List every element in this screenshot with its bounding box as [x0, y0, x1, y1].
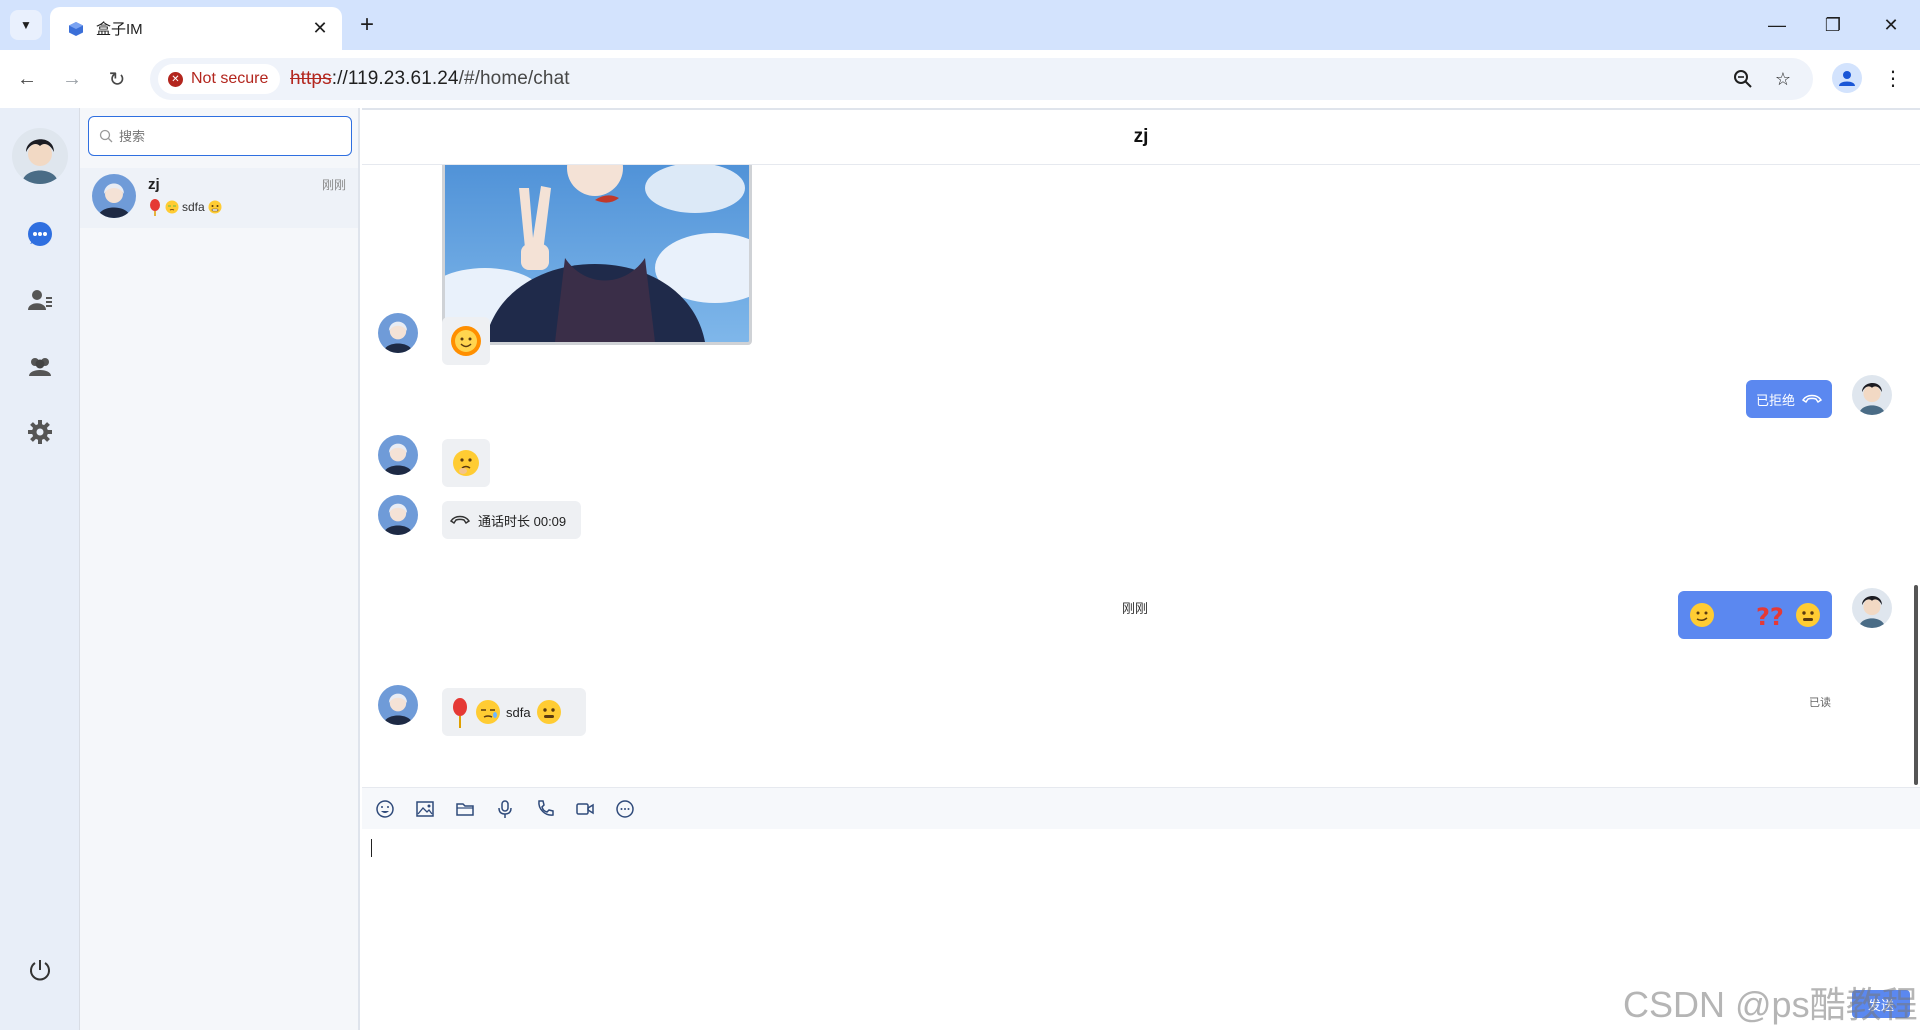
composer-toolbar: [362, 787, 1920, 829]
microphone-icon[interactable]: [494, 798, 516, 820]
no-mouth-face-emoji-icon: [536, 700, 561, 724]
emoji-message[interactable]: ??: [1678, 591, 1832, 639]
address-bar[interactable]: ✕ Not secure https://119.23.61.24/#/home…: [150, 58, 1813, 100]
no-mouth-face-emoji-icon: [1796, 603, 1820, 627]
contact-avatar: [92, 174, 136, 218]
search-input[interactable]: [119, 128, 339, 144]
browser-tabstrip: ▼ 盒子IM ✕ + — ❐ ✕: [0, 0, 1920, 50]
chat-panel: zj 已拒绝 通话时长 00:09 刚刚 ?? 已读 sdfa 发送: [362, 108, 1920, 1030]
not-secure-icon: ✕: [168, 71, 183, 87]
bookmark-star-icon[interactable]: ☆: [1770, 66, 1796, 92]
zoom-magnifier-icon[interactable]: [1730, 66, 1756, 92]
time-divider: 刚刚: [1122, 601, 1149, 616]
preview-text: sdfa: [182, 200, 205, 214]
restore-icon[interactable]: ❐: [1808, 8, 1858, 42]
minimize-icon[interactable]: —: [1752, 8, 1802, 42]
my-message-avatar[interactable]: [1852, 588, 1892, 628]
reload-icon[interactable]: ↻: [100, 62, 134, 96]
url-path: /#/home/chat: [458, 68, 570, 89]
contact-avatar[interactable]: [378, 685, 418, 725]
security-chip[interactable]: ✕ Not secure: [158, 64, 281, 94]
tab-list-chevron-icon[interactable]: ▼: [10, 10, 42, 40]
double-question-emoji-icon: ??: [1756, 603, 1784, 629]
svg-text:??: ??: [1756, 603, 1784, 629]
emoji-message[interactable]: [442, 439, 490, 487]
window-close-icon[interactable]: ✕: [1866, 8, 1916, 42]
box-favicon-icon: [69, 21, 83, 36]
watermark: CSDN @ps酷教程: [1623, 984, 1918, 1025]
sun-face-emoji-icon: [451, 326, 481, 356]
text-emoji-message[interactable]: sdfa: [442, 688, 586, 736]
voice-call-icon[interactable]: [534, 798, 556, 820]
my-message-avatar[interactable]: [1852, 375, 1892, 415]
thinking-face-emoji-icon: [453, 450, 479, 476]
contact-avatar[interactable]: [378, 313, 418, 353]
url-text[interactable]: https://119.23.61.24/#/home/chat: [290, 68, 570, 90]
rejected-call-message[interactable]: 已拒绝: [1746, 380, 1832, 418]
chat-history-icon[interactable]: [614, 798, 636, 820]
sleepy-face-emoji-icon: [165, 200, 179, 214]
search-icon: [99, 129, 113, 143]
sleepy-face-emoji-icon: [476, 700, 500, 724]
emoji-message[interactable]: [442, 317, 490, 365]
contact-avatar[interactable]: [378, 435, 418, 475]
message-scrollbar[interactable]: [1914, 585, 1918, 785]
message-text: sdfa: [506, 704, 531, 720]
contact-avatar[interactable]: [378, 495, 418, 535]
chat-bubble-icon[interactable]: [24, 218, 56, 250]
conversation-time: 刚刚: [321, 178, 346, 192]
app: zj 刚刚 sdfa zj: [0, 108, 1920, 1030]
browser-tab[interactable]: 盒子IM ✕: [50, 7, 342, 50]
conversation-preview: sdfa: [148, 198, 222, 216]
tab-title: 盒子IM: [96, 21, 143, 38]
image-message[interactable]: [442, 165, 752, 345]
browser-menu-icon[interactable]: ⋮: [1878, 62, 1908, 94]
settings-gear-icon[interactable]: [24, 416, 56, 448]
video-call-icon[interactable]: [574, 798, 596, 820]
back-arrow-icon[interactable]: ←: [10, 62, 44, 96]
read-receipt: 已读: [1809, 697, 1831, 709]
contacts-icon[interactable]: [24, 284, 56, 316]
message-list[interactable]: 已拒绝 通话时长 00:09 刚刚 ?? 已读 sdfa: [362, 165, 1920, 787]
new-tab-plus-icon[interactable]: +: [352, 10, 382, 40]
call-duration-message[interactable]: 通话时长 00:09: [442, 501, 581, 539]
tab-close-icon[interactable]: ✕: [310, 18, 330, 39]
smirk-face-emoji-icon: [1690, 603, 1714, 627]
search-box[interactable]: [88, 116, 352, 156]
my-avatar[interactable]: [12, 128, 68, 184]
balloon-emoji-icon: [150, 199, 160, 216]
phone-icon: [450, 515, 470, 525]
url-scheme: https: [290, 68, 332, 89]
security-label: Not secure: [191, 70, 269, 87]
file-folder-icon[interactable]: [454, 798, 476, 820]
group-icon[interactable]: [24, 350, 56, 382]
grimace-face-emoji-icon: [208, 200, 222, 214]
rejected-call-label: 已拒绝: [1756, 392, 1796, 408]
conversation-panel: zj 刚刚 sdfa: [80, 108, 360, 1030]
emoji-picker-icon[interactable]: [374, 798, 396, 820]
nav-rail: [0, 108, 80, 1030]
power-logout-icon[interactable]: [24, 954, 56, 986]
forward-arrow-icon[interactable]: →: [55, 62, 89, 96]
text-caret: [371, 839, 372, 857]
balloon-emoji-icon: [453, 698, 467, 728]
call-duration-label: 通话时长 00:09: [478, 513, 567, 529]
image-upload-icon[interactable]: [414, 798, 436, 820]
url-host: ://119.23.61.24: [331, 68, 459, 89]
conversation-name: zj: [148, 176, 160, 193]
hangup-phone-icon: [1802, 394, 1822, 404]
chat-title: zj: [362, 108, 1920, 165]
conversation-item[interactable]: zj 刚刚 sdfa: [80, 168, 358, 228]
profile-icon[interactable]: [1832, 63, 1862, 93]
